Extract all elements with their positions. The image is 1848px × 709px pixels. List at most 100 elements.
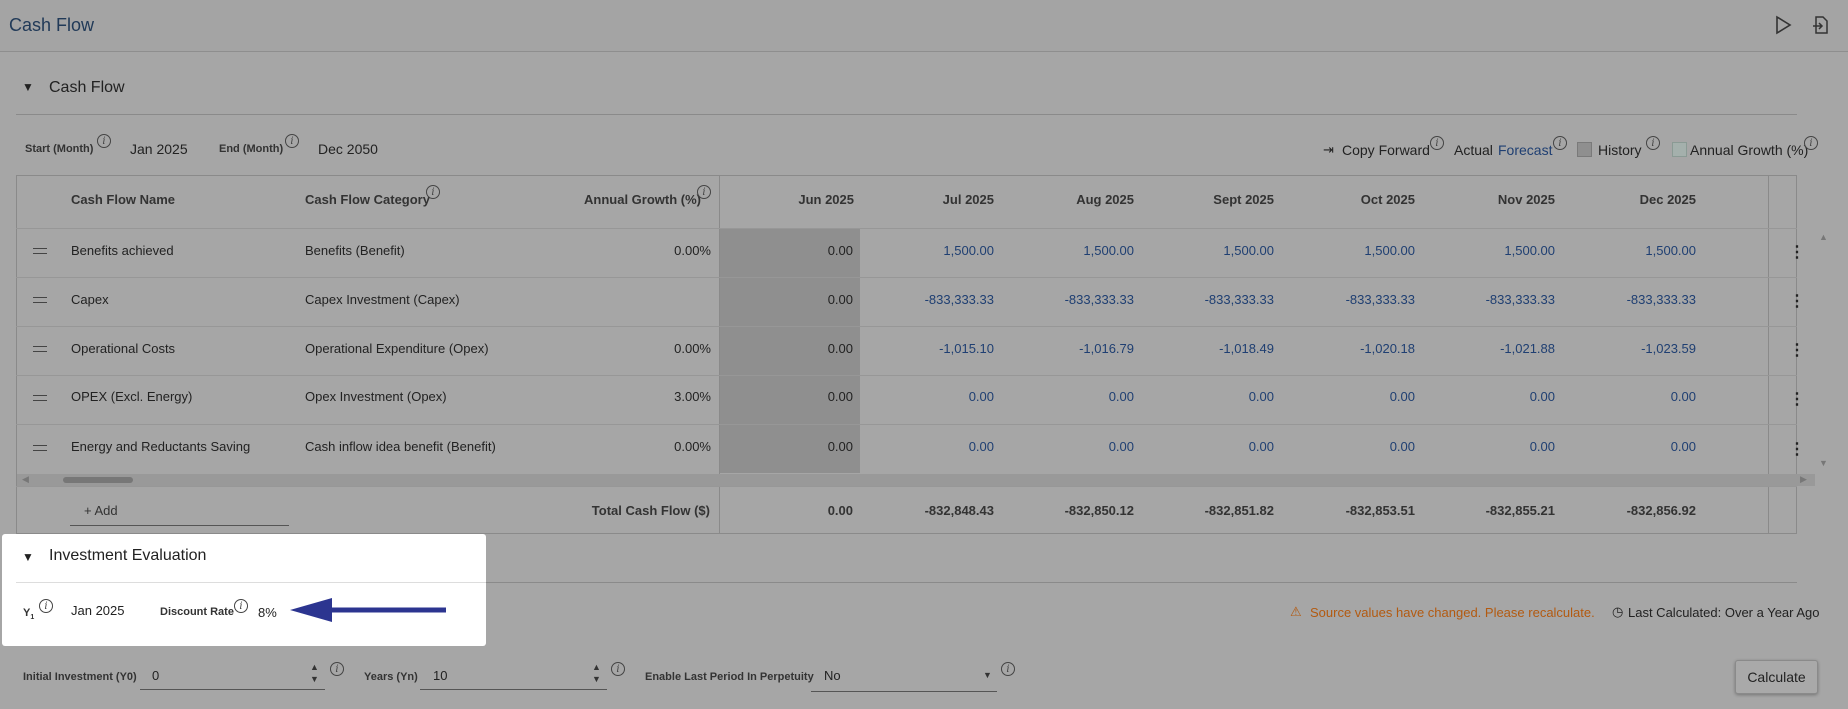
scrollbar-thumb[interactable] [63,477,133,483]
row-value[interactable]: -833,333.33 [1154,292,1274,307]
row-name[interactable]: Operational Costs [71,341,175,356]
drag-handle-icon[interactable] [33,395,47,401]
row-value[interactable]: 0.00 [1435,389,1555,404]
row-name[interactable]: Capex [71,292,109,307]
col-header-month[interactable]: Aug 2025 [1028,192,1134,207]
info-icon[interactable]: i [1646,136,1660,150]
row-value[interactable]: -833,333.33 [1576,292,1696,307]
chevron-down-icon[interactable]: ▼ [983,670,992,680]
info-icon[interactable]: i [1430,136,1444,150]
row-value[interactable]: 1,500.00 [1014,243,1134,258]
row-menu-icon[interactable]: ⋮ [1789,389,1805,409]
row-menu-icon[interactable]: ⋮ [1789,439,1805,459]
row-value[interactable]: 1,500.00 [874,243,994,258]
col-header-month[interactable]: Nov 2025 [1449,192,1555,207]
info-icon[interactable]: i [330,662,344,676]
row-value[interactable]: 0.00 [733,439,853,454]
horizontal-scrollbar[interactable] [17,474,1815,486]
row-growth[interactable]: 0.00% [611,341,711,356]
row-menu-icon[interactable]: ⋮ [1789,242,1805,262]
perpetuity-select[interactable]: No [824,668,841,683]
info-icon[interactable]: i [285,134,299,148]
row-value[interactable]: 0.00 [874,439,994,454]
info-icon[interactable]: i [97,134,111,148]
copy-forward-label[interactable]: Copy Forward [1342,142,1430,158]
scroll-down-icon[interactable]: ▼ [1819,458,1828,468]
drag-handle-icon[interactable] [33,346,47,352]
row-value[interactable]: 0.00 [1576,439,1696,454]
info-icon[interactable]: i [1001,662,1015,676]
row-value[interactable]: -1,023.59 [1576,341,1696,356]
row-category[interactable]: Opex Investment (Opex) [305,389,447,404]
calculate-button[interactable]: Calculate [1735,660,1818,694]
row-value[interactable]: 1,500.00 [1154,243,1274,258]
row-value[interactable]: -1,020.18 [1295,341,1415,356]
row-value[interactable]: 1,500.00 [1435,243,1555,258]
row-value[interactable]: -1,015.10 [874,341,994,356]
info-icon[interactable]: i [611,662,625,676]
row-value[interactable]: -833,333.33 [874,292,994,307]
row-value[interactable]: 0.00 [733,292,853,307]
drag-handle-icon[interactable] [33,445,47,451]
info-icon[interactable]: i [697,185,711,199]
row-value[interactable]: -833,333.33 [1014,292,1134,307]
col-header-month[interactable]: Sept 2025 [1168,192,1274,207]
drag-handle-icon[interactable] [33,248,47,254]
info-icon[interactable]: i [1804,136,1818,150]
row-value[interactable]: 0.00 [1154,439,1274,454]
start-month-value[interactable]: Jan 2025 [130,141,188,157]
play-icon[interactable] [1769,11,1797,39]
row-value[interactable]: 1,500.00 [1295,243,1415,258]
end-month-value[interactable]: Dec 2050 [318,141,378,157]
row-value[interactable]: -1,018.49 [1154,341,1274,356]
row-value[interactable]: 0.00 [1576,389,1696,404]
stepper-icon[interactable]: ▲ ▼ [592,661,601,685]
scroll-up-icon[interactable]: ▲ [1819,232,1828,242]
collapse-caret-icon[interactable]: ▼ [22,550,34,564]
row-value[interactable]: 0.00 [1295,439,1415,454]
col-header-category[interactable]: Cash Flow Category [305,192,430,207]
years-input[interactable]: 10 [433,668,447,683]
y1-value[interactable]: Jan 2025 [71,603,125,618]
row-category[interactable]: Benefits (Benefit) [305,243,405,258]
info-icon[interactable]: i [39,599,53,613]
row-category[interactable]: Capex Investment (Capex) [305,292,460,307]
col-header-month[interactable]: Oct 2025 [1309,192,1415,207]
col-header-name[interactable]: Cash Flow Name [71,192,175,207]
copy-forward-icon[interactable]: ⇥ [1323,142,1334,158]
row-name[interactable]: OPEX (Excl. Energy) [71,389,192,404]
row-category[interactable]: Cash inflow idea benefit (Benefit) [305,439,496,454]
row-value[interactable]: 0.00 [1435,439,1555,454]
row-menu-icon[interactable]: ⋮ [1789,340,1805,360]
drag-handle-icon[interactable] [33,297,47,303]
scroll-right-icon[interactable]: ▶ [1800,474,1807,485]
col-header-month[interactable]: Dec 2025 [1590,192,1696,207]
initial-investment-input[interactable]: 0 [152,668,159,683]
row-value[interactable]: 0.00 [1014,389,1134,404]
row-value[interactable]: -833,333.33 [1295,292,1415,307]
row-value[interactable]: 0.00 [733,341,853,356]
col-header-month[interactable]: Jul 2025 [888,192,994,207]
info-icon[interactable]: i [1553,136,1567,150]
row-name[interactable]: Energy and Reductants Saving [71,439,250,454]
add-row-button[interactable]: + Add [84,503,118,518]
row-value[interactable]: 0.00 [1154,389,1274,404]
row-value[interactable]: 0.00 [1014,439,1134,454]
row-value[interactable]: -1,016.79 [1014,341,1134,356]
row-value[interactable]: -1,021.88 [1435,341,1555,356]
scroll-left-icon[interactable]: ◀ [22,474,29,485]
discount-rate-value[interactable]: 8% [258,605,277,620]
row-value[interactable]: 0.00 [1295,389,1415,404]
info-icon[interactable]: i [234,599,248,613]
row-value[interactable]: -833,333.33 [1435,292,1555,307]
row-growth[interactable]: 0.00% [611,439,711,454]
col-header-growth[interactable]: Annual Growth (%) [584,192,701,207]
export-icon[interactable] [1807,11,1835,39]
info-icon[interactable]: i [426,185,440,199]
row-menu-icon[interactable]: ⋮ [1789,291,1805,311]
row-value[interactable]: 0.00 [733,389,853,404]
collapse-caret-icon[interactable]: ▼ [22,80,34,94]
row-name[interactable]: Benefits achieved [71,243,174,258]
row-value[interactable]: 0.00 [874,389,994,404]
row-value[interactable]: 0.00 [733,243,853,258]
